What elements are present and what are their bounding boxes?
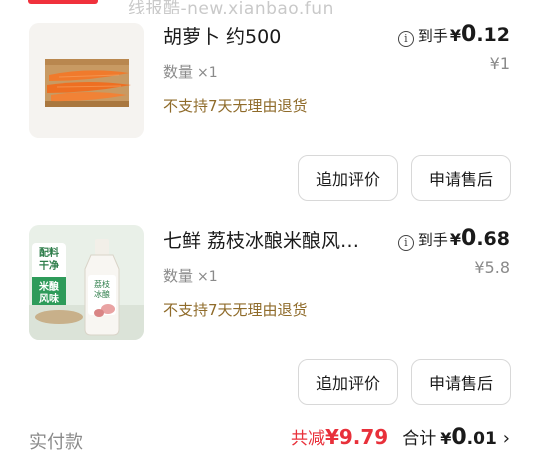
quantity-label: 数量 (163, 63, 194, 81)
after-sale-button[interactable]: 申请售后 (411, 155, 511, 201)
add-review-button[interactable]: 追加评价 (298, 155, 398, 201)
bottle-text-2: 冰酿 (94, 289, 110, 299)
total-integer: 0 (451, 425, 467, 450)
price-prefix: 到手 (417, 231, 448, 249)
final-price: i 到手 ¥ 0 .12 (397, 22, 510, 47)
price-decimal: .68 (476, 228, 510, 250)
original-price: ¥5.8 (474, 258, 510, 277)
final-price: i 到手 ¥ 0 .68 (397, 226, 510, 251)
carrot-image (29, 23, 144, 138)
rice-wine-bottle-image: 配料 干净 米酿 风味 荔枝 冰酿 (29, 225, 144, 340)
total-label: 合计 (402, 429, 437, 449)
product-thumbnail-rice-wine[interactable]: 配料 干净 米酿 风味 荔枝 冰酿 (29, 225, 144, 340)
quantity-count: ×1 (197, 65, 218, 81)
quantity-text: 数量 ×1 (163, 265, 218, 286)
payment-summary[interactable]: 实付款 共减 ¥9.79 合计 ¥ 0 .01 › (0, 422, 540, 458)
chevron-right-icon[interactable]: › (503, 428, 510, 449)
price-currency: ¥ (449, 26, 462, 45)
price-prefix: 到手 (417, 27, 448, 45)
original-price: ¥1 (489, 54, 510, 73)
info-icon[interactable]: i (397, 234, 414, 251)
return-policy-text: 不支持7天无理由退货 (163, 301, 308, 319)
price-decimal: .12 (476, 24, 510, 46)
total-currency: ¥ (440, 429, 452, 448)
discount-value: ¥9.79 (324, 425, 389, 449)
tag-text-1: 配料 (39, 246, 59, 259)
tag-text-4: 风味 (39, 292, 59, 305)
return-policy-text: 不支持7天无理由退货 (163, 97, 308, 115)
top-cropped-strip: 线报酷-new.xianbao.fun (0, 0, 540, 14)
price-currency: ¥ (449, 230, 462, 249)
product-title[interactable]: 七鲜 荔枝冰酿米酿风… (163, 226, 359, 253)
discount-label: 共减 (290, 429, 325, 449)
cropped-red-badge (28, 0, 98, 4)
after-sale-button[interactable]: 申请售后 (411, 359, 511, 405)
payment-totals[interactable]: 共减 ¥9.79 合计 ¥ 0 .01 › (291, 424, 510, 450)
tag-text-3: 米酿 (39, 280, 59, 293)
price-integer: 0 (461, 22, 477, 47)
quantity-text: 数量 ×1 (163, 61, 218, 82)
bottle-text-1: 荔枝 (94, 279, 110, 289)
total-decimal: .01 (466, 429, 497, 449)
product-title[interactable]: 胡萝卜 约500 (163, 22, 281, 49)
price-integer: 0 (461, 226, 477, 251)
quantity-count: ×1 (197, 269, 218, 285)
add-review-button[interactable]: 追加评价 (298, 359, 398, 405)
tag-text-2: 干净 (39, 259, 59, 272)
info-icon[interactable]: i (397, 30, 414, 47)
quantity-label: 数量 (163, 267, 194, 285)
watermark-text: 线报酷-new.xianbao.fun (128, 0, 334, 14)
product-thumbnail-carrot[interactable] (29, 23, 144, 138)
paid-amount-label: 实付款 (29, 432, 83, 453)
